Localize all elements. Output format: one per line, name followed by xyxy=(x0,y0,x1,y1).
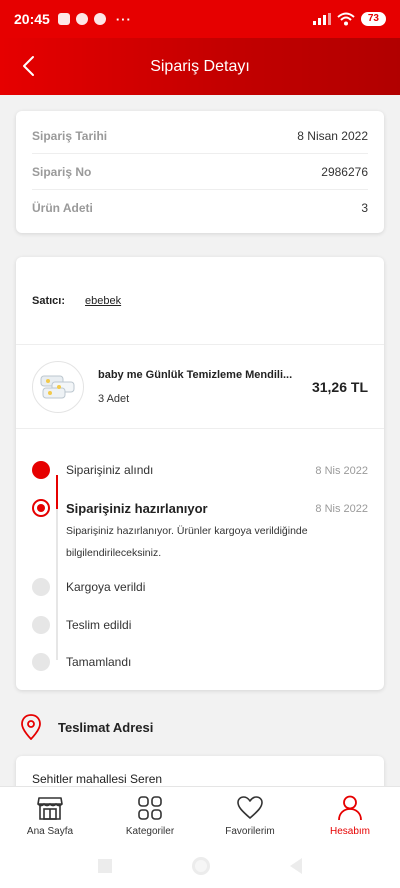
recent-apps-icon[interactable] xyxy=(98,859,112,873)
app-icon xyxy=(93,13,106,25)
product-quantity: 3 Adet xyxy=(98,392,130,405)
nav-categories[interactable]: Kategoriler xyxy=(100,787,200,844)
step-preparing-title: Siparişiniz hazırlanıyor xyxy=(66,501,208,516)
seller-row: Satıcı: ebebek xyxy=(16,257,384,345)
step-delivered-dot xyxy=(32,616,50,634)
nav-categories-label: Kategoriler xyxy=(125,826,175,837)
bottom-navigation: Ana Sayfa Kategoriler Favorilerim Hesabı… xyxy=(0,786,400,844)
store-icon xyxy=(37,797,63,820)
page-title: Sipariş Detayı xyxy=(150,57,250,75)
nav-favorites-label: Favorilerim xyxy=(225,826,275,837)
more-notifications-icon: ··· xyxy=(115,11,132,27)
product-price: 31,26 TL xyxy=(311,378,368,395)
heart-icon xyxy=(237,796,263,819)
item-count-value: 3 xyxy=(361,201,368,215)
order-date-row: Sipariş Tarihi 8 Nisan 2022 xyxy=(32,118,368,154)
step-shipped-title: Kargoya verildi xyxy=(66,580,146,594)
status-time: 20:45 xyxy=(14,11,50,27)
system-navigation-bar xyxy=(0,844,400,888)
status-bar: 20:45 ··· 73 xyxy=(0,0,400,38)
order-number-value: 2986276 xyxy=(321,164,368,179)
product-row[interactable]: baby me Günlük Temizleme Mendili... 3 Ad… xyxy=(16,345,384,429)
timeline-progress-line xyxy=(56,475,58,509)
wifi-icon xyxy=(337,12,355,26)
step-received-date: 8 Nis 2022 xyxy=(315,465,368,477)
order-date-value: 8 Nisan 2022 xyxy=(297,128,368,143)
step-preparing-dot xyxy=(32,499,50,517)
product-image xyxy=(32,360,84,413)
step-delivered-title: Teslim edildi xyxy=(66,618,132,632)
step-received-dot xyxy=(32,461,50,479)
system-indicators: 73 xyxy=(312,12,386,26)
user-icon xyxy=(338,795,362,821)
item-count-row: Ürün Adeti 3 xyxy=(32,190,368,226)
order-date-label: Sipariş Tarihi xyxy=(32,128,108,143)
delivery-address-text: Sehitler mahallesi Seren xyxy=(32,772,163,786)
step-shipped-dot xyxy=(32,578,50,596)
delivery-address-title: Teslimat Adresi xyxy=(58,719,154,735)
order-info-card: Sipariş Tarihi 8 Nisan 2022 Sipariş No 2… xyxy=(16,111,384,233)
nav-home[interactable]: Ana Sayfa xyxy=(0,787,100,844)
nav-favorites[interactable]: Favorilerim xyxy=(200,787,300,844)
step-preparing-description: Siparişiniz hazırlanıyor. Ürünler kargoy… xyxy=(66,525,308,559)
order-detail-card: Satıcı: ebebek baby me Günlük Temizleme … xyxy=(16,257,384,690)
step-completed-title: Tamamlandı xyxy=(66,655,132,669)
back-arrow-icon[interactable] xyxy=(18,54,42,78)
music-icon xyxy=(75,13,88,25)
location-pin-icon xyxy=(21,714,41,740)
nav-account[interactable]: Hesabım xyxy=(300,787,400,844)
item-count-label: Ürün Adeti xyxy=(32,201,93,215)
seller-label: Satıcı: xyxy=(32,294,66,307)
step-completed-dot xyxy=(32,653,50,671)
step-preparing-date: 8 Nis 2022 xyxy=(315,503,368,515)
battery-icon: 73 xyxy=(360,12,386,26)
order-number-label: Sipariş No xyxy=(32,164,92,179)
order-number-row: Sipariş No 2986276 xyxy=(32,154,368,190)
app-header: Sipariş Detayı xyxy=(0,38,400,95)
delivery-address-header: Teslimat Adresi xyxy=(16,712,384,742)
nav-home-label: Ana Sayfa xyxy=(26,826,74,837)
product-name: baby me Günlük Temizleme Mendili... xyxy=(98,368,293,381)
signal-icon xyxy=(312,13,331,25)
home-icon[interactable] xyxy=(192,857,210,875)
nav-account-label: Hesabım xyxy=(329,826,370,837)
grid-icon xyxy=(138,796,162,820)
seller-link[interactable]: ebebek xyxy=(85,295,121,307)
notification-icons: ··· xyxy=(57,11,132,27)
message-icon xyxy=(57,13,70,25)
step-received-title: Siparişiniz alındı xyxy=(66,463,154,477)
system-back-icon[interactable] xyxy=(290,858,302,874)
